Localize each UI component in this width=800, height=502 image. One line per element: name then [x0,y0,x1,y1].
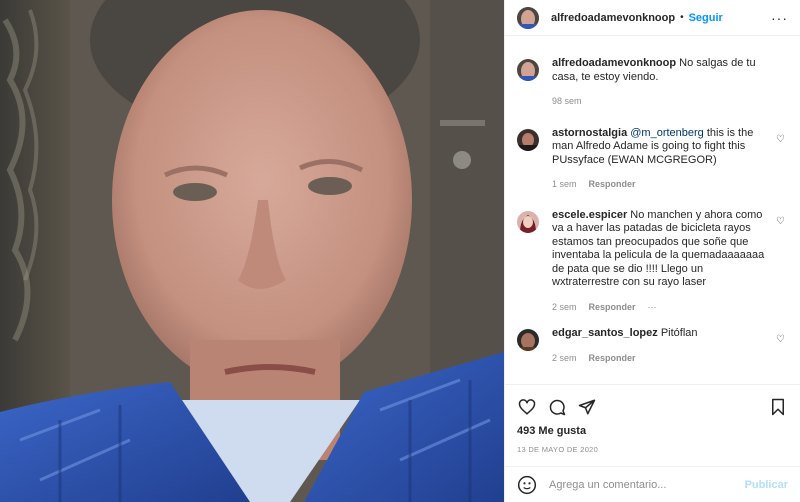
comment-username[interactable]: astornostalgia [552,127,627,139]
comment-username[interactable]: edgar_santos_lopez [552,327,658,339]
comment-timestamp[interactable]: 2 sem [552,352,577,366]
caption: alfredoadamevonknoop No salgas de tu cas… [517,57,788,109]
comment-mention[interactable]: @m_ortenberg [630,127,704,139]
comment-like-heart-icon[interactable]: ♡ [776,334,785,345]
commenter-avatar[interactable] [517,329,539,351]
comment-like-heart-icon[interactable]: ♡ [776,216,785,227]
comment-meta: 2 sem Responder ··· [552,301,772,315]
follow-button[interactable]: Seguir [689,12,723,24]
paper-plane-icon[interactable] [577,397,597,417]
comment-input[interactable]: Agrega un comentario... [549,479,666,491]
comment-body: astornostalgia @m_ortenberg this is the … [552,127,772,192]
reply-button[interactable]: Responder [589,178,636,192]
more-options-icon[interactable]: ··· [771,10,788,26]
caption-username[interactable]: alfredoadamevonknoop [552,57,676,69]
comment-body: edgar_santos_lopez Pitóflan 2 sem Respon… [552,327,772,365]
caption-meta: 98 sem [552,95,772,109]
post-photo[interactable] [0,0,504,502]
caption-body: alfredoadamevonknoop No salgas de tu cas… [552,57,772,109]
like-count[interactable]: 493 Me gusta [517,425,586,437]
comment-meta: 2 sem Responder [552,352,772,366]
author-username[interactable]: alfredoadamevonknoop [551,12,675,24]
commenter-avatar[interactable] [517,128,539,151]
publish-button[interactable]: Publicar [745,479,788,491]
comment-username[interactable]: escele.espicer [552,209,627,221]
comment-body: escele.espicer No manchen y ahora como v… [552,209,772,315]
separator-dot: • [680,12,684,23]
reply-button[interactable]: Responder [589,301,636,315]
caption-timestamp[interactable]: 98 sem [552,95,582,109]
post-side-panel: alfredoadamevonknoop • Seguir ··· alfred… [504,0,800,502]
comment-timestamp[interactable]: 1 sem [552,178,577,192]
comment-item: edgar_santos_lopez Pitóflan 2 sem Respon… [517,327,788,365]
author-avatar[interactable] [517,6,539,29]
comment-icon[interactable] [547,397,567,417]
comment-item: astornostalgia @m_ortenberg this is the … [517,127,788,192]
man-selfie-image [0,0,504,502]
action-bar [505,384,800,428]
bookmark-icon[interactable] [768,397,788,417]
comment-meta: 1 sem Responder [552,178,772,192]
reply-button[interactable]: Responder [589,352,636,366]
comment-item: escele.espicer No manchen y ahora como v… [517,209,788,315]
post-date[interactable]: 13 DE MAYO DE 2020 [517,445,598,454]
commenter-avatar[interactable] [517,210,539,233]
comment-text: Pitóflan [660,327,698,339]
caption-author-avatar[interactable] [517,59,539,81]
comment-timestamp[interactable]: 2 sem [552,301,577,315]
comments-list[interactable]: alfredoadamevonknoop No salgas de tu cas… [505,37,800,383]
smiley-icon[interactable] [517,475,537,495]
comment-like-heart-icon[interactable]: ♡ [776,134,785,145]
add-comment-bar: Agrega un comentario... Publicar [505,466,800,502]
heart-icon[interactable] [517,397,537,417]
post-header: alfredoadamevonknoop • Seguir ··· [505,0,800,36]
comment-more-icon[interactable]: ··· [648,301,657,315]
